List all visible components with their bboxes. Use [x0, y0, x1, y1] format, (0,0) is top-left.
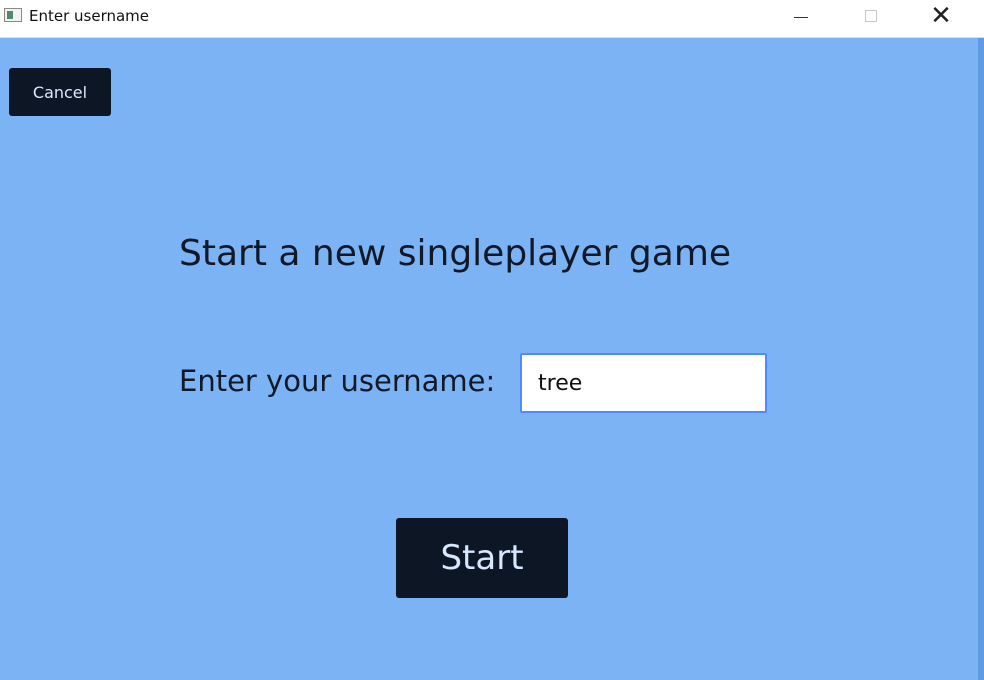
- minimize-button[interactable]: [766, 0, 836, 32]
- enter-username-window: Enter username ✕ Cancel Start a new sing…: [0, 0, 984, 680]
- username-label: Enter your username:: [179, 364, 496, 398]
- username-input[interactable]: [520, 353, 767, 413]
- close-icon: ✕: [930, 1, 952, 31]
- app-window-icon: [4, 8, 22, 22]
- cancel-button[interactable]: Cancel: [9, 68, 111, 116]
- maximize-button[interactable]: [836, 0, 906, 32]
- title-bar[interactable]: Enter username ✕: [0, 0, 984, 38]
- close-button[interactable]: ✕: [906, 0, 976, 32]
- page-title: Start a new singleplayer game: [179, 233, 732, 274]
- minimize-icon: [794, 16, 808, 18]
- start-button[interactable]: Start: [396, 518, 568, 598]
- maximize-icon: [865, 10, 877, 22]
- window-title: Enter username: [29, 7, 150, 25]
